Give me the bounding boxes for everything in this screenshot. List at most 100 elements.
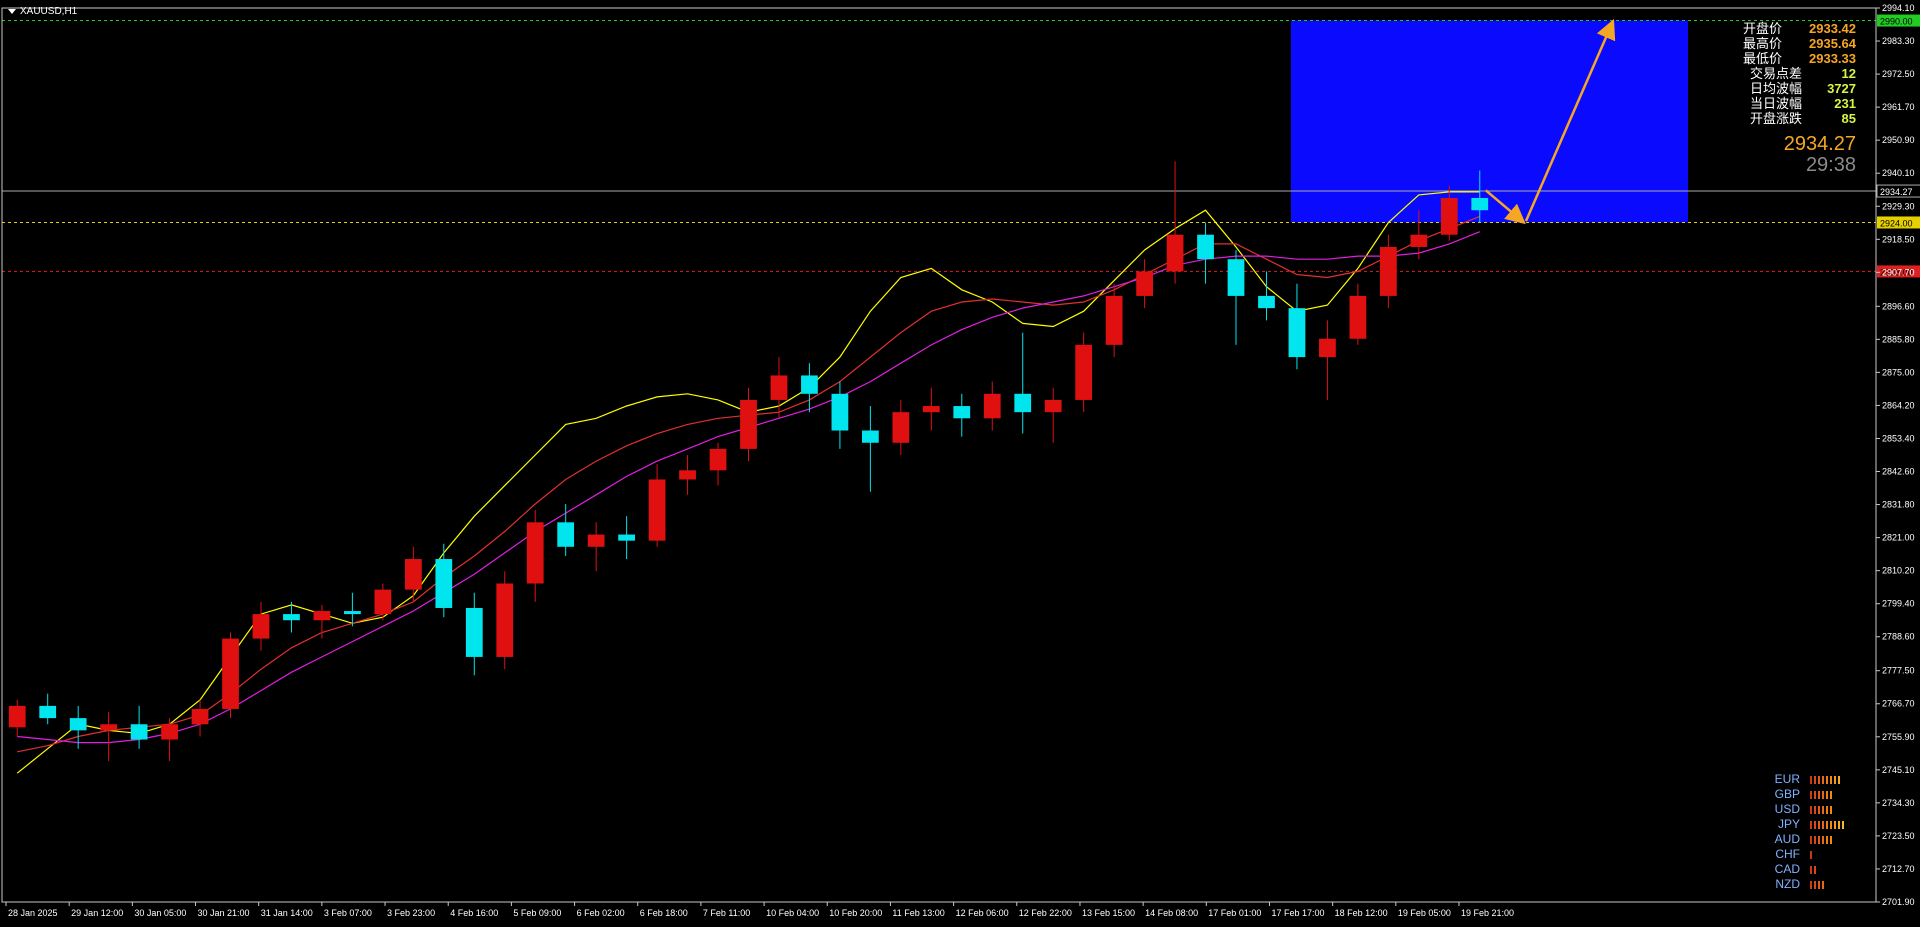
strength-bar bbox=[1814, 880, 1816, 889]
x-tick-label: 17 Feb 17:00 bbox=[1271, 908, 1324, 918]
currency-name: USD bbox=[1774, 802, 1800, 816]
strength-bar bbox=[1838, 775, 1840, 784]
y-tick-label: 2950.90 bbox=[1882, 135, 1915, 145]
strength-bars bbox=[1810, 820, 1844, 829]
strength-bar bbox=[1822, 790, 1824, 799]
x-tick-label: 12 Feb 06:00 bbox=[956, 908, 1009, 918]
info-label: 交易点差 bbox=[1750, 66, 1803, 81]
y-tick-label: 2929.30 bbox=[1882, 201, 1915, 211]
strength-bar bbox=[1830, 805, 1832, 814]
candle-body bbox=[922, 406, 940, 413]
candle-body bbox=[69, 718, 87, 731]
strength-bar bbox=[1818, 820, 1820, 829]
candle-body bbox=[161, 724, 178, 740]
strength-bars bbox=[1810, 790, 1832, 799]
strength-bar bbox=[1822, 820, 1824, 829]
level-label: 2924.00 bbox=[1880, 218, 1913, 228]
x-tick-label: 12 Feb 22:00 bbox=[1019, 908, 1072, 918]
strength-bar bbox=[1810, 835, 1812, 844]
info-row: 日均波幅 3727 bbox=[1743, 81, 1856, 96]
candle-body bbox=[313, 611, 331, 621]
currency-strength-panel: EUR GBP USD JPY AUD CHF CAD NZD bbox=[1770, 772, 1844, 892]
y-tick-label: 2842.60 bbox=[1882, 467, 1915, 477]
y-tick-label: 2810.20 bbox=[1882, 566, 1915, 576]
strength-bars bbox=[1810, 880, 1824, 889]
strength-bar bbox=[1810, 880, 1812, 889]
x-tick-label: 17 Feb 01:00 bbox=[1208, 908, 1261, 918]
strength-bar bbox=[1830, 790, 1832, 799]
info-value: 231 bbox=[1834, 96, 1856, 111]
price-info-panel: 开盘价 2933.42 最高价 2935.64 最低价 2933.33 交易点差 12 日均波幅… bbox=[1743, 21, 1856, 126]
info-label: 开盘涨跌 bbox=[1750, 111, 1803, 126]
symbol-title: XAUUSD,H1 bbox=[8, 6, 77, 17]
x-tick-label: 7 Feb 11:00 bbox=[703, 908, 750, 918]
strength-bar bbox=[1814, 790, 1816, 799]
strength-bar bbox=[1818, 805, 1820, 814]
strength-bar bbox=[1822, 835, 1824, 844]
y-tick-label: 2875.00 bbox=[1882, 367, 1915, 377]
strength-bars bbox=[1810, 805, 1832, 814]
y-tick-label: 2755.90 bbox=[1882, 732, 1915, 742]
strength-bars bbox=[1810, 835, 1832, 844]
candle-body bbox=[1471, 197, 1489, 211]
candle-body bbox=[679, 470, 696, 480]
strength-bar bbox=[1834, 820, 1836, 829]
strength-bar bbox=[1810, 775, 1812, 784]
x-tick-label: 4 Feb 16:00 bbox=[450, 908, 498, 918]
currency-name: JPY bbox=[1777, 817, 1800, 831]
currency-row: CAD bbox=[1770, 862, 1844, 877]
currency-name: CHF bbox=[1775, 847, 1800, 861]
candle-body bbox=[1379, 246, 1397, 296]
strength-bar bbox=[1842, 820, 1844, 829]
strength-bar bbox=[1830, 835, 1832, 844]
strength-bar bbox=[1818, 790, 1820, 799]
strength-bar bbox=[1830, 820, 1832, 829]
candle-body bbox=[1227, 259, 1245, 296]
candle-body bbox=[526, 522, 544, 584]
candle-body bbox=[1197, 234, 1214, 260]
currency-name: EUR bbox=[1774, 772, 1800, 786]
candle-body bbox=[1288, 308, 1306, 358]
candle-body bbox=[344, 611, 361, 615]
y-tick-label: 2788.60 bbox=[1882, 632, 1915, 642]
info-value: 2935.64 bbox=[1809, 36, 1856, 51]
candle-body bbox=[1075, 344, 1093, 400]
candle-body bbox=[618, 534, 636, 541]
x-tick-label: 30 Jan 05:00 bbox=[134, 908, 186, 918]
level-label: 2934.27 bbox=[1880, 187, 1913, 197]
candle-body bbox=[435, 559, 453, 608]
info-label: 当日波幅 bbox=[1750, 96, 1803, 111]
candle-body bbox=[1410, 234, 1428, 247]
info-row: 最低价 2933.33 bbox=[1743, 51, 1856, 66]
currency-name: NZD bbox=[1775, 877, 1800, 891]
strength-bar bbox=[1818, 880, 1820, 889]
candle-body bbox=[861, 430, 879, 443]
y-tick-label: 2940.10 bbox=[1882, 168, 1915, 178]
chart-area[interactable]: 2990.00 2934.27 2924.00 2908.00 2994.10 2983.… bbox=[0, 0, 1920, 927]
candle-body bbox=[130, 724, 148, 740]
candle-body bbox=[222, 638, 239, 709]
y-tick-label: 2972.50 bbox=[1882, 69, 1915, 79]
currency-row: JPY bbox=[1770, 817, 1844, 832]
candle-body bbox=[1044, 399, 1062, 413]
candle-body bbox=[1440, 197, 1458, 235]
candle-body bbox=[374, 589, 392, 615]
strength-bar bbox=[1818, 835, 1820, 844]
price-chart[interactable]: 2990.002934.272924.002908.002994.102983.… bbox=[0, 0, 1920, 927]
y-tick-label: 2907.70 bbox=[1882, 267, 1915, 277]
strength-bars bbox=[1810, 775, 1840, 784]
currency-row: GBP bbox=[1770, 787, 1844, 802]
currency-row: USD bbox=[1770, 802, 1844, 817]
x-tick-label: 18 Feb 12:00 bbox=[1335, 908, 1388, 918]
x-tick-label: 19 Feb 21:00 bbox=[1461, 908, 1514, 918]
x-tick-label: 31 Jan 14:00 bbox=[261, 908, 313, 918]
info-row: 最高价 2935.64 bbox=[1743, 36, 1856, 51]
currency-row: AUD bbox=[1770, 832, 1844, 847]
x-tick-label: 3 Feb 07:00 bbox=[324, 908, 372, 918]
dropdown-icon[interactable] bbox=[8, 8, 16, 14]
x-tick-label: 14 Feb 08:00 bbox=[1145, 908, 1198, 918]
currency-name: GBP bbox=[1774, 787, 1800, 801]
x-tick-label: 10 Feb 04:00 bbox=[766, 908, 819, 918]
y-tick-label: 2864.20 bbox=[1882, 400, 1915, 410]
strength-bar bbox=[1834, 775, 1836, 784]
